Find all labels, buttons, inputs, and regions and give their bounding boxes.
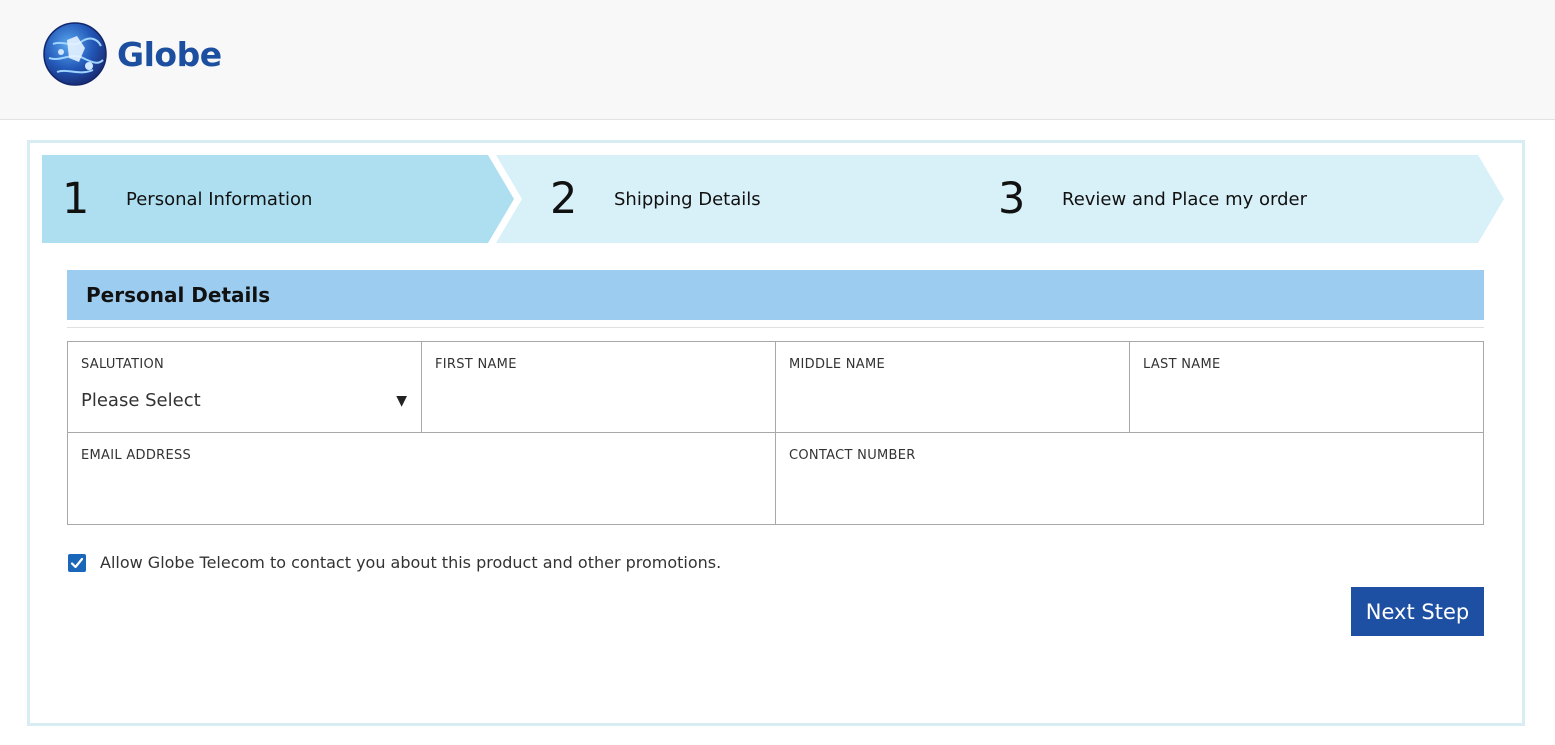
consent-checkbox[interactable]	[68, 553, 86, 572]
field-label: MIDDLE NAME	[789, 357, 886, 372]
step-number: 2	[550, 174, 578, 224]
step-number: 1	[62, 174, 90, 224]
consent-row: Allow Globe Telecom to contact you about…	[68, 553, 721, 572]
step-review-place-order[interactable]: 3 Review and Place my order	[998, 155, 1307, 243]
field-label: FIRST NAME	[435, 357, 517, 372]
check-icon	[70, 557, 84, 568]
globe-logo-icon	[43, 22, 107, 86]
globe-logo[interactable]: Globe	[43, 22, 222, 86]
site-header: Globe	[0, 0, 1555, 120]
first-name-field[interactable]: FIRST NAME	[422, 342, 776, 432]
step-shipping-details[interactable]: 2 Shipping Details	[550, 155, 761, 243]
salutation-select[interactable]: SALUTATION Please Select ▼	[68, 342, 422, 432]
consent-label: Allow Globe Telecom to contact you about…	[100, 553, 722, 572]
checkout-stepper: 1 Personal Information 2 Shipping Detail…	[42, 155, 1504, 243]
field-label: CONTACT NUMBER	[789, 448, 916, 463]
brand-name: Globe	[117, 34, 222, 74]
last-name-field[interactable]: LAST NAME	[1130, 342, 1483, 432]
field-label: LAST NAME	[1143, 357, 1221, 372]
step-label: Shipping Details	[614, 188, 761, 210]
step-personal-information[interactable]: 1 Personal Information	[62, 155, 312, 243]
field-label: SALUTATION	[81, 357, 165, 372]
field-label: EMAIL ADDRESS	[81, 448, 192, 463]
personal-details-form: SALUTATION Please Select ▼ FIRST NAME MI…	[67, 341, 1484, 525]
step-label: Review and Place my order	[1062, 188, 1308, 210]
divider	[67, 327, 1484, 328]
form-row: SALUTATION Please Select ▼ FIRST NAME MI…	[68, 342, 1483, 433]
section-title: Personal Details	[67, 270, 1484, 320]
salutation-value: Please Select	[81, 390, 201, 411]
caret-down-icon: ▼	[396, 393, 407, 409]
next-step-button[interactable]: Next Step	[1351, 587, 1484, 636]
form-row: EMAIL ADDRESS CONTACT NUMBER	[68, 433, 1483, 524]
step-label: Personal Information	[126, 188, 313, 210]
step-number: 3	[998, 174, 1026, 224]
email-field[interactable]: EMAIL ADDRESS	[68, 433, 776, 524]
contact-number-field[interactable]: CONTACT NUMBER	[776, 433, 1483, 524]
checkout-card: 1 Personal Information 2 Shipping Detail…	[27, 140, 1525, 726]
middle-name-field[interactable]: MIDDLE NAME	[776, 342, 1130, 432]
